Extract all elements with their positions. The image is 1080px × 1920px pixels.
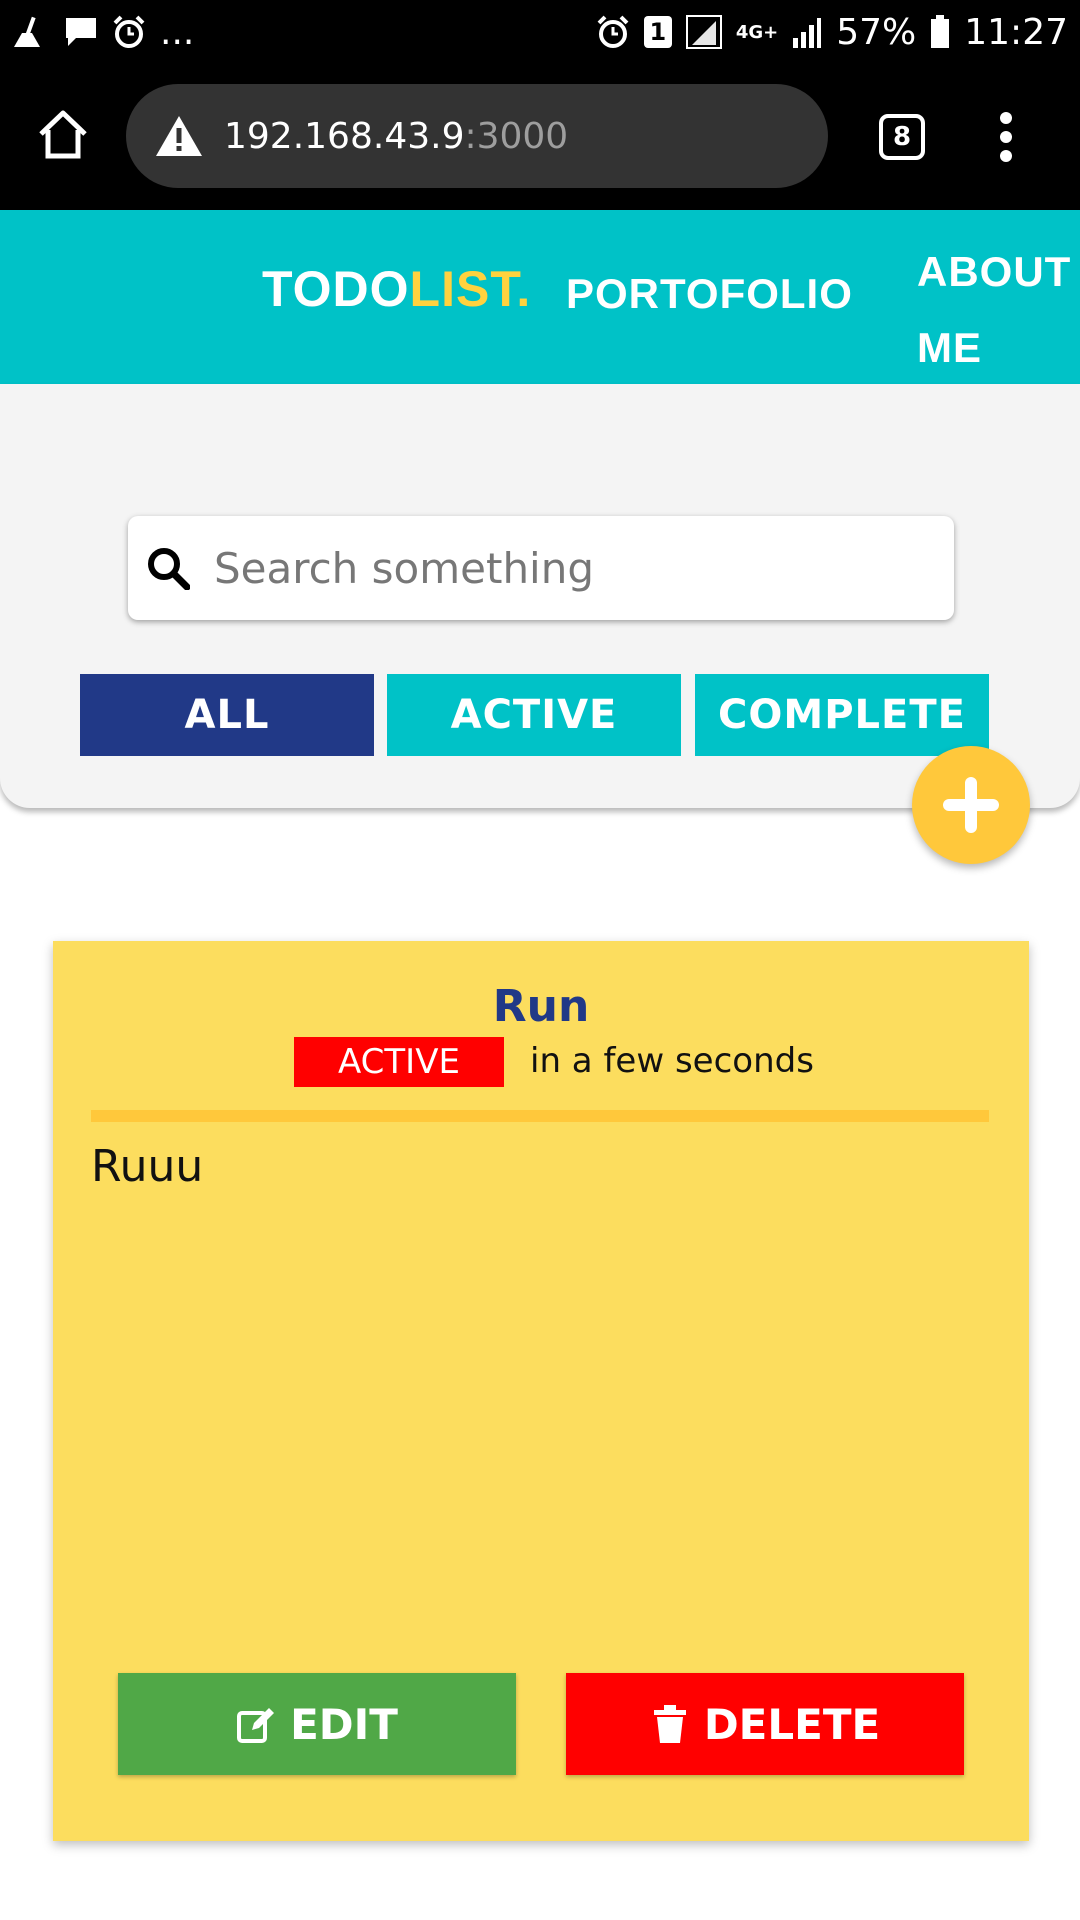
network-type: 4G+ xyxy=(735,21,779,43)
more-vert-icon[interactable] xyxy=(996,112,1016,162)
edit-icon xyxy=(237,1708,275,1743)
alarm-icon xyxy=(112,15,146,49)
nav-about-line2: ME xyxy=(917,324,982,371)
warning-icon xyxy=(156,116,202,156)
edit-label: EDIT xyxy=(290,1699,398,1749)
cleaner-icon xyxy=(12,15,50,49)
nav-portfolio-link[interactable]: PORTOFOLIO xyxy=(566,270,853,318)
nav-about-link[interactable]: ABOUT ME xyxy=(917,234,1077,386)
todo-card: Run ACTIVE in a few seconds Ruuu EDIT DE… xyxy=(53,941,1029,1841)
filter-all-button[interactable]: ALL xyxy=(80,674,374,756)
plus-icon xyxy=(943,777,999,833)
brand-accent: LIST. xyxy=(409,261,532,317)
filter-complete-button[interactable]: COMPLETE xyxy=(695,674,989,756)
battery-icon xyxy=(930,15,950,49)
signal-icon xyxy=(685,15,722,49)
status-bar: ... 1 4G+ 57% 11:27 xyxy=(0,0,1080,64)
tabs-button[interactable]: 8 xyxy=(879,114,925,160)
home-icon xyxy=(39,110,87,159)
battery-percent: 57% xyxy=(836,11,917,53)
filter-active-button[interactable]: ACTIVE xyxy=(387,674,681,756)
address-bar[interactable]: 192.168.43.9:3000 xyxy=(126,84,828,188)
tab-count: 8 xyxy=(892,122,912,152)
app-navbar: TODOLIST. PORTOFOLIO ABOUT ME xyxy=(0,210,1080,384)
home-button[interactable] xyxy=(36,108,90,162)
card-divider xyxy=(91,1110,989,1122)
delete-label: DELETE xyxy=(703,1699,881,1749)
todo-title: Run xyxy=(492,981,590,1032)
sim-icon: 1 xyxy=(643,16,672,48)
search-icon xyxy=(148,548,190,590)
url-host: 192.168.43.9 xyxy=(224,115,465,157)
brand-logo[interactable]: TODOLIST. xyxy=(262,260,531,318)
brand-main: TODO xyxy=(262,261,410,317)
edit-button[interactable]: EDIT xyxy=(118,1673,516,1775)
clock: 11:27 xyxy=(964,11,1068,53)
url-port: :3000 xyxy=(464,115,569,157)
todo-time: in a few seconds xyxy=(530,1041,814,1081)
status-overflow: ... xyxy=(160,11,195,53)
todo-description: Ruuu xyxy=(91,1141,204,1192)
search-input[interactable] xyxy=(214,543,914,593)
status-badge: ACTIVE xyxy=(294,1037,504,1087)
status-left-group: ... xyxy=(12,12,194,53)
message-icon xyxy=(64,16,98,48)
search-box xyxy=(128,516,954,620)
filter-panel: ALL ACTIVE COMPLETE xyxy=(0,384,1080,808)
delete-button[interactable]: DELETE xyxy=(566,1673,964,1775)
nav-about-line1: ABOUT xyxy=(917,248,1072,295)
browser-toolbar: 192.168.43.9:3000 8 xyxy=(0,64,1080,210)
add-todo-button[interactable] xyxy=(912,746,1030,864)
trash-icon xyxy=(653,1705,686,1743)
alarm-icon xyxy=(596,15,630,49)
status-right-group: 1 4G+ 57% 11:27 xyxy=(596,12,1068,53)
signal-icon xyxy=(792,16,822,48)
